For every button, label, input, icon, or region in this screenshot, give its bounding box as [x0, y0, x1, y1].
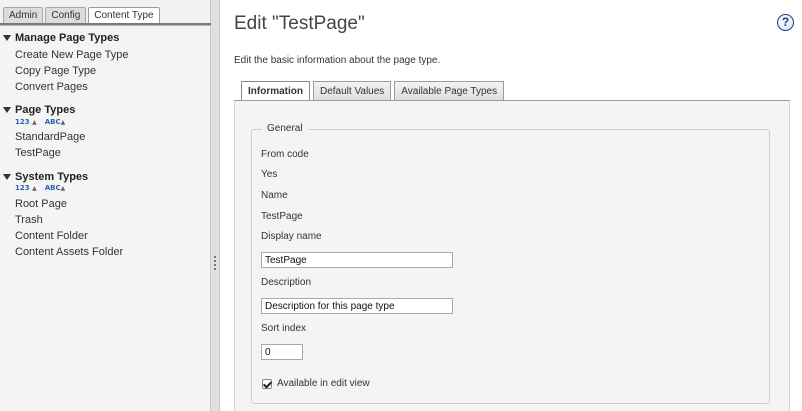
panel-splitter[interactable] [211, 0, 220, 411]
nav-item-copy-page-type[interactable]: Copy Page Type [15, 65, 96, 77]
tab-information[interactable]: Information [241, 81, 310, 101]
nav-item-create-new-page-type[interactable]: Create New Page Type [15, 49, 129, 61]
sort-alpha-button[interactable]: ABC▲ [45, 184, 66, 193]
sort-index-label: Sort index [261, 323, 307, 334]
triangle-down-icon [3, 107, 11, 113]
section-title: Page Types [15, 104, 76, 116]
section-manage-page-types[interactable]: Manage Page Types [3, 32, 119, 44]
section-title: System Types [15, 171, 89, 183]
navigation-panel: Admin Config Content Type Manage Page Ty… [0, 0, 211, 411]
sort-alpha-button[interactable]: ABC▲ [45, 118, 66, 127]
sort-alpha-label: ABC [44, 118, 61, 126]
tab-config[interactable]: Config [45, 7, 87, 23]
nav-item-content-assets-folder[interactable]: Content Assets Folder [15, 246, 123, 258]
nav-body: Manage Page Types Create New Page Type C… [0, 25, 210, 411]
sort-arrow-icon: ▲ [32, 185, 37, 192]
page-description: Edit the basic information about the pag… [234, 55, 441, 66]
name-value: TestPage [261, 211, 303, 222]
nav-item-root-page[interactable]: Root Page [15, 198, 67, 210]
page-title: Edit "TestPage" [234, 13, 365, 34]
tab-admin[interactable]: Admin [3, 7, 44, 23]
sort-arrow-icon: ▲ [60, 185, 66, 192]
tab-panel: General From code Yes Name TestPage Disp… [234, 101, 790, 411]
sort-alpha-label: ABC [44, 184, 61, 192]
page-type-tabs: Information Default Values Available Pag… [241, 81, 507, 101]
sort-arrow-icon: ▲ [60, 119, 66, 126]
section-system-types[interactable]: System Types [3, 171, 88, 183]
sort-controls: 123 ▲ ABC▲ [15, 184, 65, 193]
main-content: Edit "TestPage" ? Edit the basic informa… [221, 0, 802, 411]
display-name-label: Display name [261, 231, 322, 242]
sort-numeric-label: 123 [15, 118, 30, 126]
name-label: Name [261, 190, 288, 201]
triangle-down-icon [3, 174, 11, 180]
triangle-down-icon [3, 35, 11, 41]
tab-content-type[interactable]: Content Type [88, 7, 160, 24]
nav-tabs: Admin Config Content Type [3, 7, 162, 24]
section-title: Manage Page Types [15, 32, 120, 44]
description-input[interactable] [261, 298, 453, 314]
general-fieldset: General From code Yes Name TestPage Disp… [251, 123, 770, 404]
available-in-edit-view-checkbox[interactable] [262, 379, 272, 389]
sort-numeric-button[interactable]: 123 ▲ [15, 118, 37, 127]
available-in-edit-view-label: Available in edit view [277, 378, 370, 389]
sort-index-input[interactable] [261, 344, 303, 360]
tab-available-page-types[interactable]: Available Page Types [394, 81, 505, 101]
drag-handle-icon [214, 256, 216, 270]
section-page-types[interactable]: Page Types [3, 104, 75, 116]
description-label: Description [261, 277, 312, 288]
nav-item-standardpage[interactable]: StandardPage [15, 131, 85, 143]
from-code-value: Yes [261, 169, 278, 180]
sort-controls: 123 ▲ ABC▲ [15, 118, 65, 127]
fieldset-legend: General [262, 123, 308, 134]
nav-item-convert-pages[interactable]: Convert Pages [15, 81, 88, 93]
nav-item-content-folder[interactable]: Content Folder [15, 230, 88, 242]
help-icon[interactable]: ? [777, 14, 794, 31]
display-name-input[interactable] [261, 252, 453, 268]
nav-item-testpage[interactable]: TestPage [15, 147, 61, 159]
from-code-label: From code [261, 149, 309, 160]
sort-numeric-label: 123 [15, 184, 30, 192]
tab-default-values[interactable]: Default Values [313, 81, 392, 101]
sort-arrow-icon: ▲ [32, 119, 37, 126]
nav-item-trash[interactable]: Trash [15, 214, 43, 226]
sort-numeric-button[interactable]: 123 ▲ [15, 184, 37, 193]
